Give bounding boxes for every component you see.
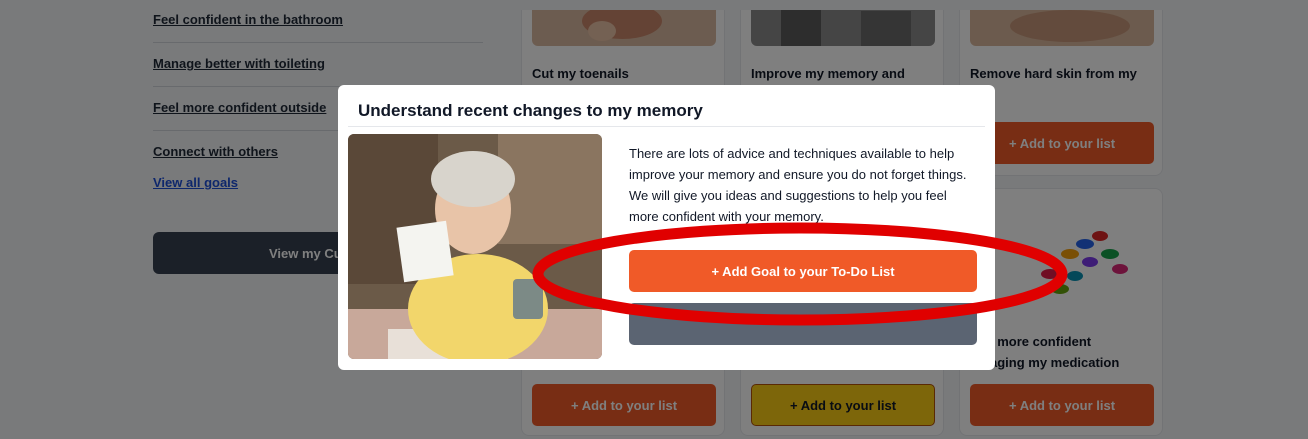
modal-title: Understand recent changes to my memory bbox=[358, 101, 703, 120]
modal-divider bbox=[348, 126, 985, 127]
modal-description: There are lots of advice and techniques … bbox=[629, 146, 967, 224]
red-circle-annotation bbox=[532, 222, 1068, 326]
